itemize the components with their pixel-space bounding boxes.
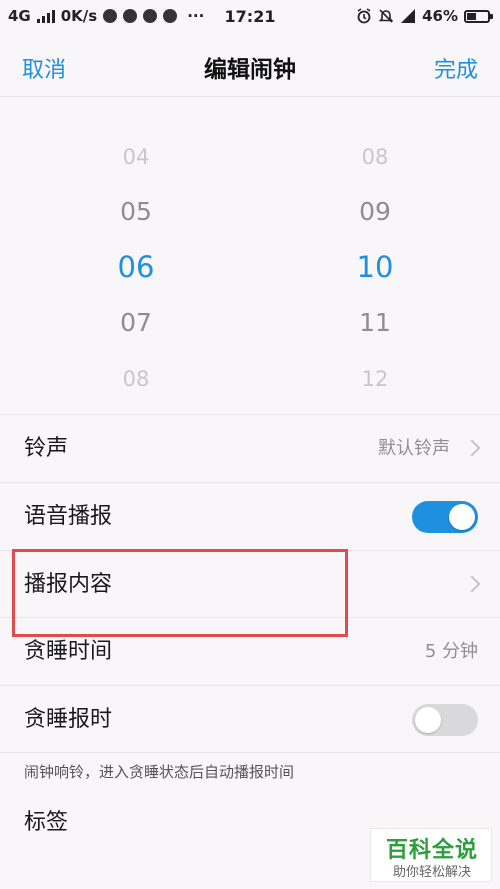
hour-option[interactable]: 08	[66, 367, 206, 391]
snooze-report-toggle[interactable]	[412, 704, 478, 736]
mute-icon	[378, 9, 394, 23]
ringtone-label: 铃声	[24, 436, 69, 461]
tag-label: 标签	[24, 810, 69, 835]
divider	[0, 752, 500, 753]
chevron-right-icon	[463, 575, 481, 593]
hour-option[interactable]: 04	[66, 145, 206, 169]
hour-option[interactable]: 05	[66, 197, 206, 226]
status-right: 46%	[356, 7, 493, 25]
minute-option[interactable]: 12	[305, 367, 445, 391]
snooze-hint-text: 闹钟响铃，进入贪睡状态后自动播报时间	[24, 763, 295, 781]
alarm-icon	[357, 8, 371, 24]
battery-icon	[464, 9, 493, 23]
watermark-title: 百科全说	[385, 838, 478, 863]
chevron-right-icon	[463, 439, 481, 457]
done-button[interactable]: 完成	[434, 52, 478, 84]
status-bar: 4G 0K/s ··· 17:21 46%	[0, 0, 500, 36]
minute-option[interactable]: 09	[305, 197, 445, 226]
page-title: 编辑闹钟	[204, 57, 296, 83]
watermark-logo: 百科全说 助你轻松解决	[370, 828, 492, 882]
minute-option[interactable]: 11	[305, 308, 445, 337]
voice-broadcast-label: 语音播报	[24, 504, 113, 529]
snooze-report-label: 贪睡报时	[24, 707, 113, 732]
hour-picker[interactable]: 04 05 06 07 08	[66, 130, 206, 400]
minute-picker[interactable]: 08 09 10 11 12	[305, 130, 445, 400]
4g-icon	[401, 9, 416, 23]
hour-selected[interactable]: 06	[66, 250, 206, 284]
header-bar: 取消 编辑闹钟 完成	[0, 36, 500, 97]
snooze-time-value: 5 分钟	[424, 641, 478, 662]
battery-percent: 46%	[422, 7, 458, 25]
ringtone-row[interactable]: 铃声 默认铃声	[0, 414, 500, 483]
voice-broadcast-toggle[interactable]	[412, 501, 478, 533]
minute-option[interactable]: 08	[305, 145, 445, 169]
hour-option[interactable]: 07	[66, 308, 206, 337]
ringtone-value: 默认铃声	[378, 438, 450, 459]
snooze-report-row: 贪睡报时	[0, 685, 500, 754]
highlight-box	[12, 549, 348, 637]
voice-broadcast-row: 语音播报	[0, 482, 500, 551]
minute-selected[interactable]: 10	[305, 250, 445, 284]
watermark-subtitle: 助你轻松解决	[392, 865, 471, 880]
toggle-knob	[449, 504, 475, 530]
toggle-knob	[415, 707, 441, 733]
